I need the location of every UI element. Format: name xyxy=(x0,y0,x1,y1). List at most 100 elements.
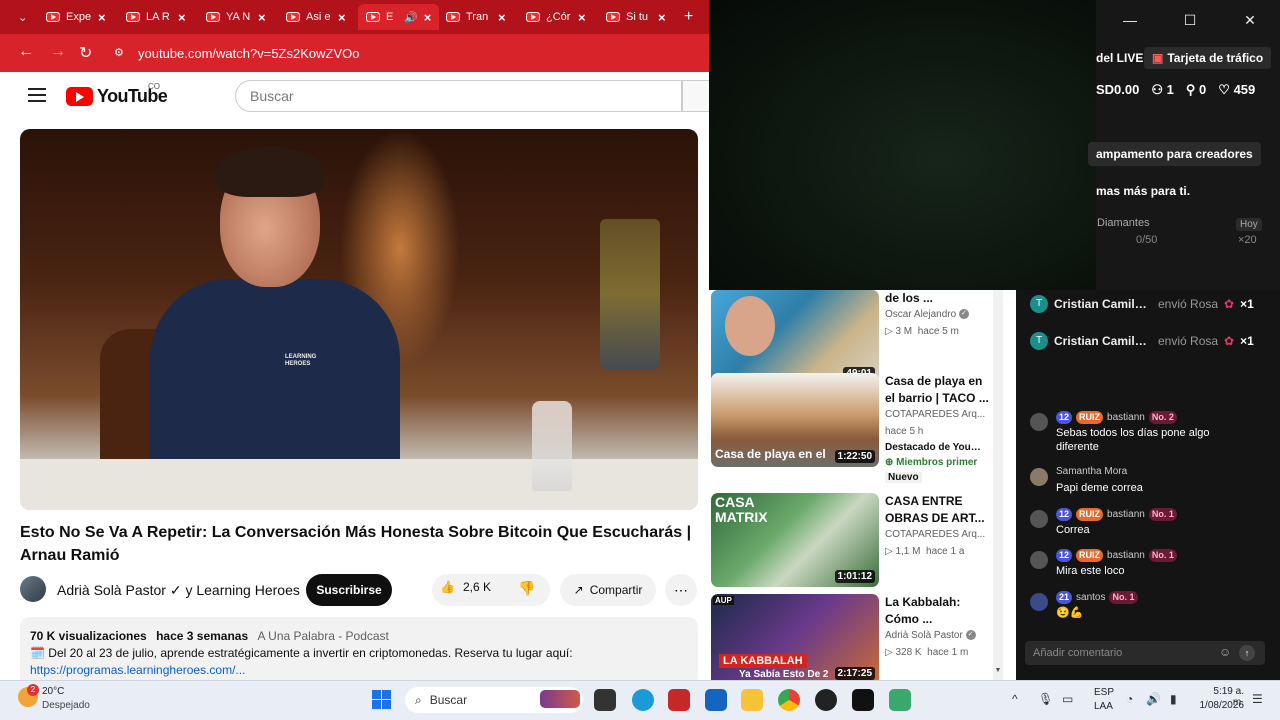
recommendation-item[interactable]: CASA MATRIX 1:01:12 CASA ENTRE OBRAS DE … xyxy=(711,493,1003,589)
hamburger-menu-icon[interactable] xyxy=(28,88,46,102)
share-button[interactable]: ↗ Compartir xyxy=(560,574,656,606)
subscribe-button[interactable]: Suscribirse xyxy=(306,574,392,606)
file-explorer-icon[interactable] xyxy=(741,689,763,711)
channel-name[interactable]: Adrià Solà Pastor ✓ y Learning Heroes xyxy=(57,582,300,599)
recommendation-item[interactable]: AUP LA KABBALAH Ya Sabía Esto De 2 2:17:… xyxy=(711,594,1003,680)
close-icon[interactable]: × xyxy=(98,10,106,25)
live-stats: SD0.00 ⚇ 1 ⚲ 0 ♡ 459 xyxy=(1096,82,1255,98)
chrome-icon[interactable] xyxy=(778,689,800,711)
description-link[interactable]: https://programas.learningheroes.com/... xyxy=(30,663,245,677)
chat-message[interactable]: 12 RUIZ bastiann No. 1 Mira este loco xyxy=(1030,549,1270,583)
water-glass xyxy=(532,401,572,491)
reload-icon[interactable]: ↻ xyxy=(79,43,92,63)
search-highlight-icon[interactable] xyxy=(540,690,580,708)
message-header: Samantha Mora xyxy=(1056,466,1127,477)
upload-age: hace 3 semanas xyxy=(156,629,249,643)
like-button[interactable]: 👍 2,6 K xyxy=(440,580,491,594)
dislike-button[interactable]: 👎 xyxy=(518,580,535,597)
store-icon[interactable] xyxy=(705,689,727,711)
heart-icon: ♡ xyxy=(1218,82,1230,97)
rec-meta: ▷ 3 M hace 5 m xyxy=(885,326,959,337)
traffic-card-button[interactable]: ▣ Tarjeta de tráfico xyxy=(1144,47,1272,69)
keyboard-layout[interactable]: LAA xyxy=(1094,701,1113,712)
country-code: CO xyxy=(148,82,160,91)
notification-icon[interactable]: ☰ xyxy=(1252,692,1263,706)
tab-8[interactable]: Si tu × xyxy=(598,4,674,30)
close-icon[interactable]: × xyxy=(178,10,186,25)
card-icon: ▣ xyxy=(1152,51,1164,65)
new-tab-button[interactable]: + xyxy=(676,4,701,30)
video-player[interactable]: LEARNING HEROES xyxy=(20,129,698,510)
microphone-icon[interactable]: 🎙 xyxy=(1038,692,1053,706)
tab-5-active[interactable]: E 🔊 × xyxy=(358,4,440,30)
close-icon[interactable]: × xyxy=(424,10,432,25)
chat-message[interactable]: 12 RUIZ bastiann No. 1 Correa xyxy=(1030,508,1270,542)
chat-message[interactable]: 12 RUIZ bastiann No. 2 Sebas todos los d… xyxy=(1030,411,1270,457)
chat-message[interactable]: 21 santos No. 1 😉💪 xyxy=(1030,591,1270,625)
maximize-icon[interactable]: ☐ xyxy=(1160,0,1220,40)
wifi-icon[interactable]: ◔ xyxy=(1126,692,1133,706)
start-icon[interactable] xyxy=(372,690,391,709)
battery-icon[interactable]: ▮ xyxy=(1170,692,1177,706)
tab-6[interactable]: Tran × xyxy=(438,4,514,30)
tab-list-button[interactable]: ⌄ xyxy=(10,4,36,30)
chat-message[interactable]: Samantha Mora Papi deme correa xyxy=(1030,466,1270,500)
network-tray-icon[interactable]: ▭ xyxy=(1062,692,1073,706)
search-input[interactable]: Buscar xyxy=(235,80,682,112)
minimize-icon[interactable]: — xyxy=(1100,0,1160,40)
task-view-icon[interactable] xyxy=(594,689,616,711)
volume-icon[interactable]: 🔊 xyxy=(1146,692,1161,706)
description-line: 🗓️ Del 20 al 23 de julio, aprende estrat… xyxy=(30,646,573,660)
language-code[interactable]: ESP xyxy=(1094,687,1114,698)
clock-date[interactable]: 1/08/2026 xyxy=(1195,700,1245,711)
app-icon[interactable] xyxy=(668,689,690,711)
tab-1[interactable]: Expe × xyxy=(38,4,114,30)
back-icon[interactable]: ← xyxy=(18,43,34,61)
rec-channel[interactable]: COTAPAREDES Arq... xyxy=(885,409,995,420)
recommendation-item[interactable]: 49:01 de los ... Oscar Alejandro ✓ ▷ 3 M… xyxy=(711,290,1003,386)
close-window-icon[interactable]: ✕ xyxy=(1220,0,1280,40)
app-icon-2[interactable] xyxy=(889,689,911,711)
creator-camp-pill[interactable]: ampamento para creadores xyxy=(1088,142,1261,166)
tab-2[interactable]: LA R × xyxy=(118,4,194,30)
close-icon[interactable]: × xyxy=(498,10,506,25)
rec-channel[interactable]: Adrià Solà Pastor ✓ xyxy=(885,630,995,641)
channel-label: Adrià Solà Pastor xyxy=(885,630,963,641)
emoji-icon[interactable]: ☺ xyxy=(1219,645,1231,659)
edge-icon[interactable] xyxy=(632,689,654,711)
scrollbar[interactable] xyxy=(993,290,1003,680)
chat-user: bastiann xyxy=(1107,509,1145,520)
speaker-icon[interactable]: 🔊 xyxy=(404,11,418,24)
chevron-up-icon[interactable]: ^ xyxy=(1012,692,1018,706)
tab-4[interactable]: Asi e × xyxy=(278,4,354,30)
podcast-link[interactable]: A Una Palabra - Podcast xyxy=(257,629,388,643)
more-actions-button[interactable]: ⋯ xyxy=(665,574,697,606)
tab-7[interactable]: ¿Cór × xyxy=(518,4,594,30)
tab-3[interactable]: YA N × xyxy=(198,4,274,30)
recommendation-item[interactable]: Casa de playa en el 1:22:50 Casa de play… xyxy=(711,373,1003,483)
send-icon[interactable]: ↑ xyxy=(1239,645,1255,661)
search-icon: ⌕ xyxy=(415,692,422,707)
close-icon[interactable]: × xyxy=(658,10,666,25)
diamonds-label: Diamantes xyxy=(1097,217,1150,229)
close-icon[interactable]: × xyxy=(578,10,586,25)
channel-avatar[interactable] xyxy=(20,576,46,602)
obs-icon[interactable] xyxy=(815,689,837,711)
thumb-text: Casa de playa en el xyxy=(715,447,826,461)
close-icon[interactable]: × xyxy=(258,10,266,25)
rec-channel[interactable]: Oscar Alejandro ✓ xyxy=(885,309,995,320)
viewers-icon: ⚇ xyxy=(1151,82,1164,97)
traffic-card-label: Tarjeta de tráfico xyxy=(1167,51,1264,65)
user-plus-icon: ⚲ xyxy=(1185,82,1196,97)
close-icon[interactable]: × xyxy=(338,10,346,25)
description-box[interactable]: 70 K visualizaciones hace 3 semanas A Un… xyxy=(20,617,698,680)
rec-channel[interactable]: COTAPAREDES Arq... xyxy=(885,529,995,540)
site-info-icon[interactable]: ⚙ xyxy=(114,46,124,59)
tiktok-icon[interactable] xyxy=(852,689,874,711)
thumb-text: CASA MATRIX xyxy=(715,494,768,525)
forward-icon[interactable]: → xyxy=(50,43,66,61)
scroll-down-icon[interactable]: ▼ xyxy=(993,667,1003,677)
search-button[interactable] xyxy=(682,80,709,112)
share-icon: ↗ xyxy=(573,583,584,597)
url-field[interactable]: youtube.com/watch?v=5Zs2KowZVOo xyxy=(138,46,359,61)
